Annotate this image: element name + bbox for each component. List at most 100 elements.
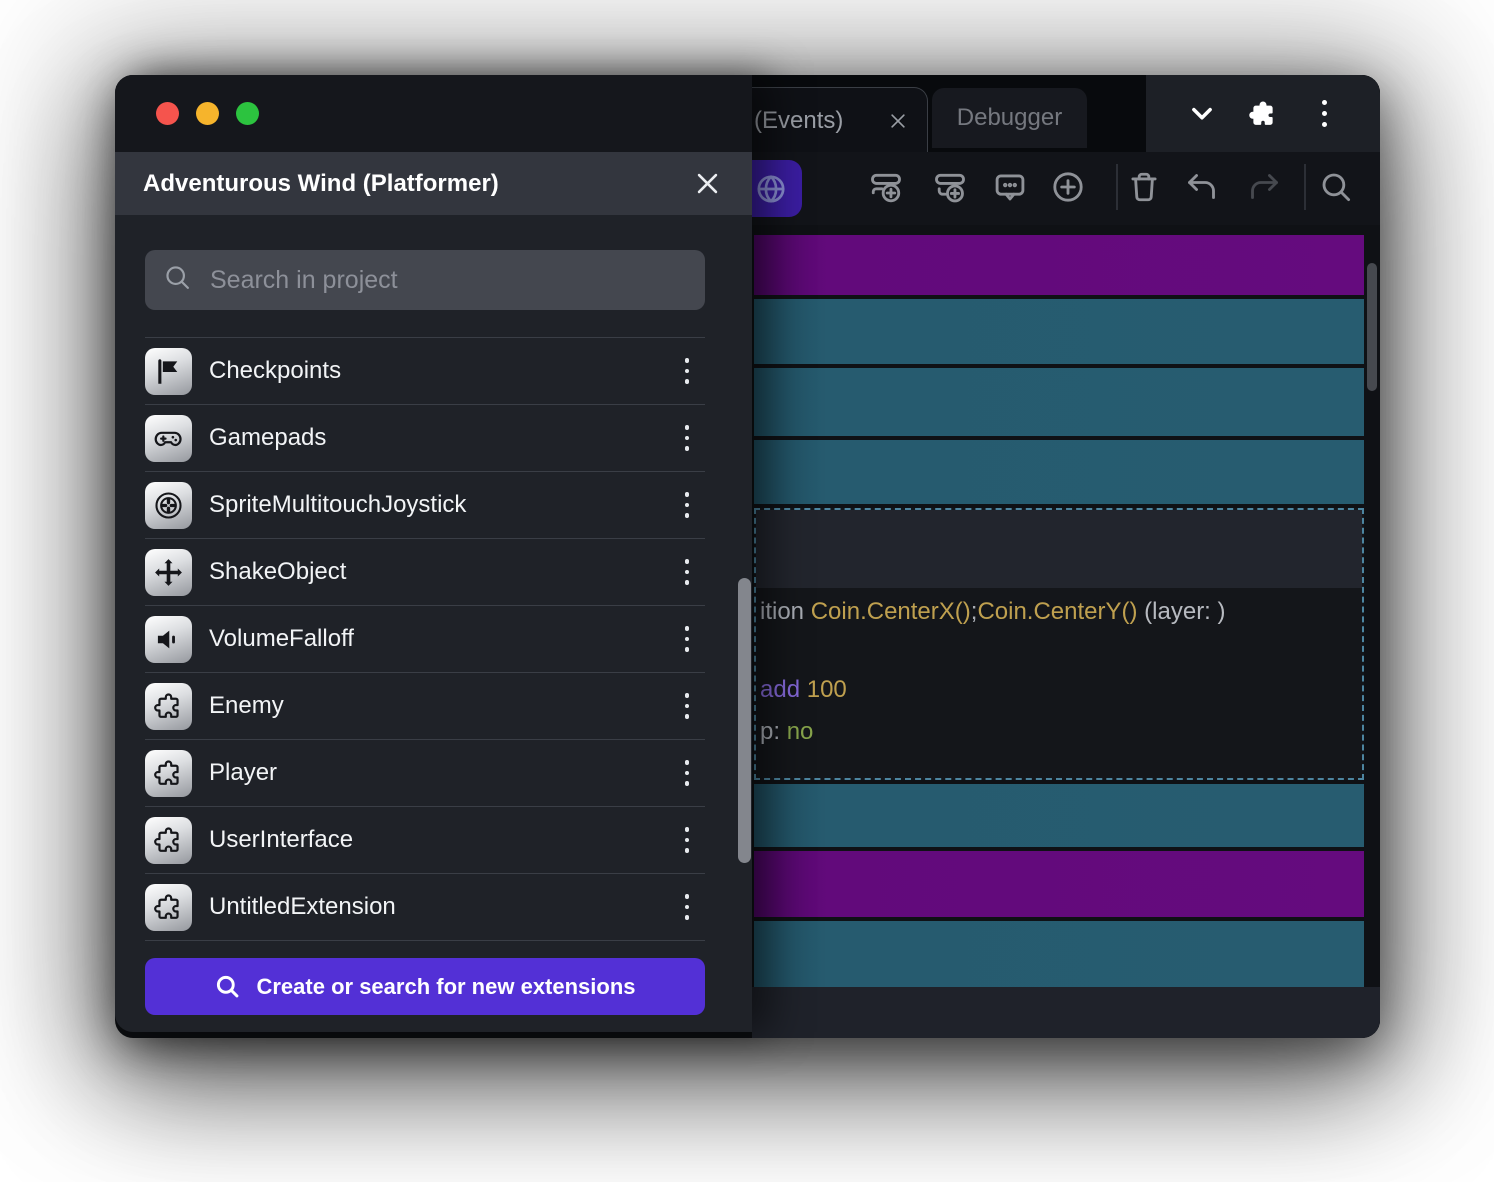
list-item[interactable]: SpriteMultitouchJoystick — [145, 471, 705, 538]
item-menu-kebab-icon[interactable] — [677, 752, 698, 794]
toolbar-divider — [1116, 164, 1118, 210]
tab-debugger-label: Debugger — [957, 104, 1062, 132]
events-sheet[interactable]: ition Coin.CenterX();Coin.CenterY() (lay… — [752, 225, 1380, 1038]
chevron-down-icon[interactable] — [1182, 94, 1222, 134]
puzzle-icon — [145, 750, 192, 797]
add-comment-icon[interactable] — [988, 158, 1032, 216]
list-item-label: Checkpoints — [209, 357, 341, 385]
trash-icon[interactable] — [1122, 158, 1166, 216]
joystick-icon — [145, 482, 192, 529]
tab-events-label: (Events) — [754, 107, 843, 135]
code-segment: p: — [760, 718, 787, 745]
list-item-label: Player — [209, 759, 277, 787]
events-sheet-footer — [752, 987, 1380, 1038]
list-item[interactable]: Checkpoints — [145, 337, 705, 404]
event-row-purple[interactable] — [754, 851, 1364, 917]
event-row-teal[interactable] — [754, 784, 1364, 847]
code-segment: Coin.CenterY() — [977, 598, 1137, 625]
event-row-purple[interactable] — [754, 235, 1364, 295]
code-segment: 100 — [807, 676, 847, 703]
item-menu-kebab-icon[interactable] — [677, 886, 698, 928]
panel-scrollbar[interactable] — [738, 578, 751, 863]
list-item-label: UntitledExtension — [209, 893, 396, 921]
selected-event-header — [756, 510, 1362, 588]
editor-area: (Events) Debugger ition Coin.Ce — [752, 75, 1380, 1038]
traffic-light-zoom[interactable] — [236, 102, 259, 125]
panel-close-icon[interactable] — [690, 167, 724, 201]
puzzle-icon[interactable] — [1243, 94, 1283, 134]
item-menu-kebab-icon[interactable] — [677, 618, 698, 660]
item-menu-kebab-icon[interactable] — [677, 685, 698, 727]
traffic-light-minimize[interactable] — [196, 102, 219, 125]
toolbar-divider — [1304, 164, 1306, 210]
event-row-teal[interactable] — [754, 299, 1364, 364]
add-sub-event-icon[interactable] — [928, 158, 972, 216]
project-search[interactable] — [145, 250, 705, 310]
puzzle-icon — [145, 683, 192, 730]
list-item-label: Gamepads — [209, 424, 326, 452]
list-item-label: Enemy — [209, 692, 284, 720]
search-icon[interactable] — [1314, 158, 1358, 216]
editor-toolbar — [752, 152, 1380, 225]
puzzle-icon — [145, 817, 192, 864]
panel-body: Checkpoints Gamepads SpriteMultitouchJoyst… — [115, 250, 752, 1015]
event-row-teal[interactable] — [754, 440, 1364, 504]
list-item[interactable]: Player — [145, 739, 705, 806]
list-item-label: VolumeFalloff — [209, 625, 354, 653]
panel-title: Adventurous Wind (Platformer) — [143, 170, 499, 198]
speaker-icon — [145, 616, 192, 663]
code-segment: no — [787, 718, 814, 745]
item-menu-kebab-icon[interactable] — [677, 484, 698, 526]
list-item-label: SpriteMultitouchJoystick — [209, 491, 466, 519]
puzzle-icon — [145, 884, 192, 931]
item-menu-kebab-icon[interactable] — [677, 417, 698, 459]
event-code-line: add 100 — [760, 676, 847, 706]
tab-bar: (Events) Debugger — [752, 75, 1380, 152]
selected-event-block[interactable]: ition Coin.CenterX();Coin.CenterY() (lay… — [754, 508, 1364, 780]
undo-icon[interactable] — [1181, 158, 1225, 216]
move-arrows-icon — [145, 549, 192, 596]
list-item-label: UserInterface — [209, 826, 353, 854]
event-row-teal[interactable] — [754, 921, 1364, 987]
events-scrollbar[interactable] — [1367, 263, 1377, 391]
code-segment: add — [760, 676, 807, 703]
tab-close-icon[interactable] — [885, 108, 911, 134]
list-item-label: ShakeObject — [209, 558, 346, 586]
add-event-icon[interactable] — [864, 158, 908, 216]
item-menu-kebab-icon[interactable] — [677, 350, 698, 392]
item-menu-kebab-icon[interactable] — [677, 819, 698, 861]
add-circle-icon[interactable] — [1046, 158, 1090, 216]
traffic-light-close[interactable] — [156, 102, 179, 125]
code-segment: Coin.CenterX() — [811, 598, 971, 625]
list-item[interactable]: UserInterface — [145, 806, 705, 873]
gamepad-icon — [145, 415, 192, 462]
window-controls — [1146, 75, 1380, 152]
event-code-line: p: no — [760, 718, 813, 748]
item-menu-kebab-icon[interactable] — [677, 551, 698, 593]
list-item[interactable]: VolumeFalloff — [145, 605, 705, 672]
app-window: (Events) Debugger ition Coin.Ce — [115, 75, 1380, 1038]
project-panel: Adventurous Wind (Platformer) Checkpoint… — [115, 75, 752, 1032]
create-extension-button[interactable]: Create or search for new extensions — [145, 958, 705, 1015]
window-titlebar — [115, 75, 752, 152]
list-item[interactable]: Gamepads — [145, 404, 705, 471]
tab-events[interactable]: (Events) — [752, 87, 928, 153]
flag-icon — [145, 348, 192, 395]
event-code-line: ition Coin.CenterX();Coin.CenterY() (lay… — [760, 598, 1226, 628]
globe-icon[interactable] — [752, 160, 802, 217]
search-input[interactable] — [208, 265, 687, 296]
event-row-teal[interactable] — [754, 368, 1364, 436]
list-item[interactable]: Enemy — [145, 672, 705, 739]
panel-header: Adventurous Wind (Platformer) — [115, 152, 752, 215]
kebab-menu-icon[interactable] — [1305, 94, 1345, 134]
list-item[interactable]: UntitledExtension — [145, 873, 705, 941]
list-item[interactable]: ShakeObject — [145, 538, 705, 605]
code-segment: (layer: ) — [1138, 598, 1226, 625]
search-icon — [163, 263, 192, 297]
code-segment: ition — [760, 598, 811, 625]
extension-list: Checkpoints Gamepads SpriteMultitouchJoyst… — [145, 337, 705, 941]
tab-debugger[interactable]: Debugger — [932, 88, 1087, 148]
redo-icon[interactable] — [1241, 158, 1285, 216]
event-rows: ition Coin.CenterX();Coin.CenterY() (lay… — [754, 235, 1364, 991]
create-extension-label: Create or search for new extensions — [256, 974, 635, 1000]
